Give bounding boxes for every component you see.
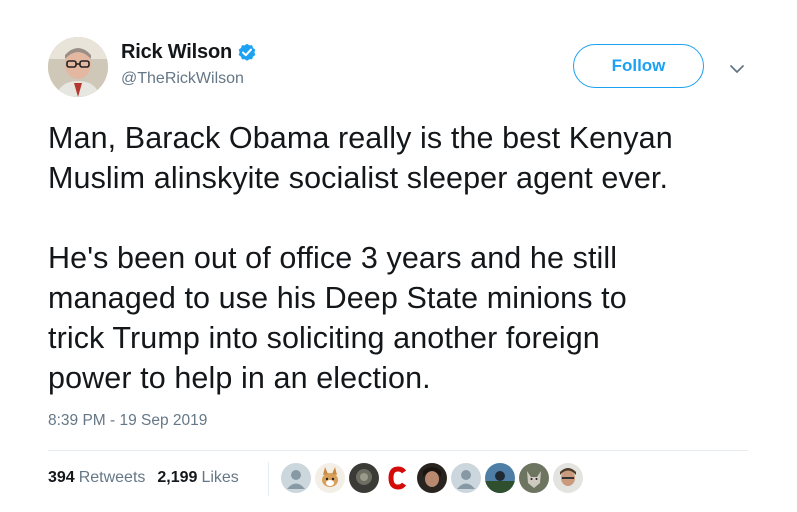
tweet-card: Rick Wilson @TheRickWilson Follow Man, B… [0, 0, 797, 512]
default-avatar-icon[interactable] [281, 463, 311, 493]
retweets-count: 394 [48, 469, 75, 486]
chevron-down-icon[interactable] [728, 62, 746, 76]
tweet-paragraph: He's been out of office 3 years and he s… [48, 241, 627, 395]
default-avatar-icon[interactable] [451, 463, 481, 493]
likes-stat[interactable]: 2,199 Likes [157, 469, 238, 487]
engagement-stats: 394 Retweets 2,199 Likes [48, 469, 239, 487]
author-avatar[interactable] [48, 37, 108, 97]
verified-badge-icon [237, 42, 257, 62]
tweet-paragraph: Man, Barack Obama really is the best Ken… [48, 121, 673, 195]
divider [48, 450, 748, 451]
likers-avatars [281, 463, 587, 493]
author-handle[interactable]: @TheRickWilson [121, 70, 257, 88]
photo-avatar-icon[interactable] [349, 463, 379, 493]
author-block: Rick Wilson @TheRickWilson [121, 38, 257, 88]
stats-separator [268, 462, 269, 496]
tweet-text: Man, Barack Obama really is the best Ken… [48, 118, 768, 398]
dog-avatar-icon[interactable] [315, 463, 345, 493]
author-name[interactable]: Rick Wilson [121, 41, 232, 64]
c-logo-avatar-icon[interactable] [383, 463, 413, 493]
likes-count: 2,199 [157, 469, 198, 486]
retweets-stat[interactable]: 394 Retweets [48, 469, 145, 487]
tweet-timestamp[interactable]: 8:39 PM - 19 Sep 2019 [48, 412, 207, 430]
retweets-label: Retweets [78, 469, 146, 486]
follow-button[interactable]: Follow [573, 44, 704, 88]
photo-avatar-icon[interactable] [553, 463, 583, 493]
photo-avatar-icon[interactable] [485, 463, 515, 493]
wolf-avatar-icon[interactable] [519, 463, 549, 493]
photo-avatar-icon[interactable] [417, 463, 447, 493]
likes-label: Likes [201, 469, 239, 486]
